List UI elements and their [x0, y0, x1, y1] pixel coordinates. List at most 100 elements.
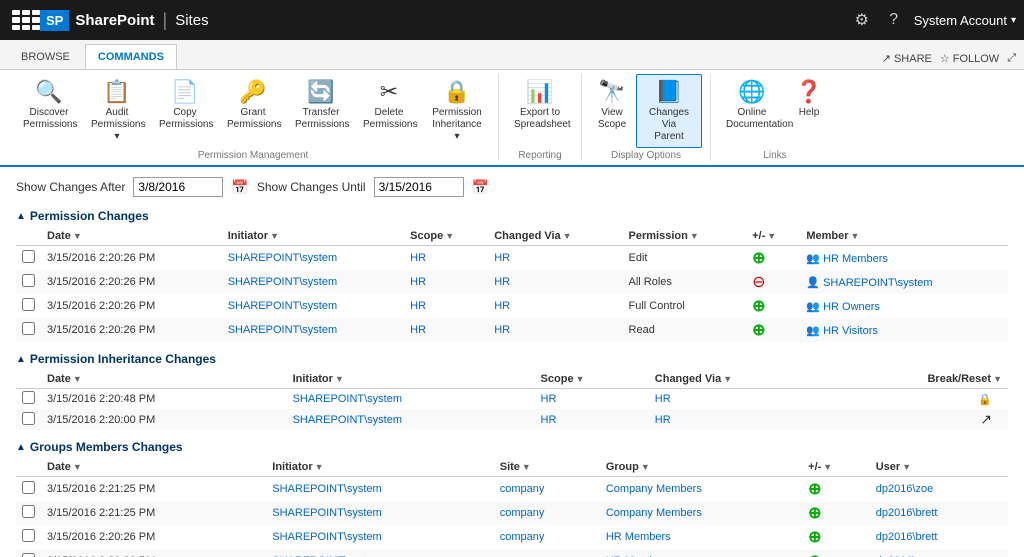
initiator-link[interactable]: SHAREPOINT\system [228, 252, 337, 264]
filter-changedvia-pi[interactable]: ▼ [723, 374, 732, 384]
initiator-cell[interactable]: SHAREPOINT\system [222, 318, 404, 342]
filter-date-pi[interactable]: ▼ [73, 374, 82, 384]
member-cell[interactable]: 👥 HR Members [800, 246, 1008, 271]
filter-scope-pi[interactable]: ▼ [576, 374, 585, 384]
member-link[interactable]: HR Visitors [823, 325, 878, 337]
user-cell[interactable]: dp2016\brett [870, 501, 1008, 525]
filter-site-gm[interactable]: ▼ [522, 462, 531, 472]
audit-permissions-button[interactable]: 📋 AuditPermissions ▾ [84, 74, 150, 148]
group-cell[interactable]: Company Members [600, 477, 802, 502]
grant-permissions-button[interactable]: 🔑 GrantPermissions [220, 74, 286, 136]
user-cell[interactable]: dp2016\zoe [870, 549, 1008, 557]
changedvia-cell[interactable]: HR [488, 294, 622, 318]
system-account-button[interactable]: System Account ▾ [914, 13, 1016, 28]
checkbox-cell[interactable] [16, 501, 41, 525]
site-link[interactable]: company [500, 531, 545, 543]
initiator-link[interactable]: SHAREPOINT\system [228, 276, 337, 288]
group-cell[interactable]: HR Members [600, 549, 802, 557]
site-link[interactable]: company [500, 507, 545, 519]
app-launcher-icon[interactable] [8, 6, 36, 34]
user-cell[interactable]: dp2016\zoe [870, 477, 1008, 502]
changedvia-cell[interactable]: HR [488, 270, 622, 294]
changes-via-parent-button[interactable]: 📘 Changes ViaParent [636, 74, 702, 148]
filter-changedvia-pc[interactable]: ▼ [563, 231, 572, 241]
user-link[interactable]: dp2016\zoe [876, 483, 934, 495]
member-link[interactable]: SHAREPOINT\system [823, 277, 932, 289]
filter-initiator-pi[interactable]: ▼ [335, 374, 344, 384]
checkbox-cell[interactable] [16, 389, 41, 410]
initiator-link[interactable]: SHAREPOINT\system [228, 324, 337, 336]
scope-link[interactable]: HR [410, 300, 426, 312]
changedvia-cell[interactable]: HR [649, 389, 832, 410]
member-cell[interactable]: 👥 HR Visitors [800, 318, 1008, 342]
transfer-permissions-button[interactable]: 🔄 TransferPermissions [288, 74, 354, 136]
site-cell[interactable]: company [494, 549, 600, 557]
scope-cell[interactable]: HR [404, 318, 488, 342]
changedvia-cell[interactable]: HR [488, 318, 622, 342]
online-documentation-button[interactable]: 🌐 OnlineDocumentation [719, 74, 785, 136]
focus-action[interactable]: ⤢ [1007, 52, 1016, 65]
help-icon[interactable]: ? [878, 4, 910, 36]
scope-link[interactable]: HR [410, 324, 426, 336]
share-action[interactable]: ↗ SHARE [882, 52, 932, 65]
filter-initiator-gm[interactable]: ▼ [315, 462, 324, 472]
scope-link[interactable]: HR [541, 393, 557, 405]
tab-browse[interactable]: BROWSE [8, 44, 83, 69]
discover-permissions-button[interactable]: 🔍 DiscoverPermissions [16, 74, 82, 136]
site-link[interactable]: company [500, 483, 545, 495]
initiator-link[interactable]: SHAREPOINT\system [272, 531, 381, 543]
delete-permissions-button[interactable]: ✂ DeletePermissions [356, 74, 422, 136]
section-header-permission-inheritance[interactable]: ▲ Permission Inheritance Changes [16, 352, 1008, 366]
group-link[interactable]: HR Members [606, 531, 671, 543]
initiator-link[interactable]: SHAREPOINT\system [272, 483, 381, 495]
user-cell[interactable]: dp2016\brett [870, 525, 1008, 549]
user-link[interactable]: dp2016\brett [876, 531, 938, 543]
checkbox-cell[interactable] [16, 525, 41, 549]
changedvia-cell[interactable]: HR [649, 409, 832, 430]
initiator-link[interactable]: SHAREPOINT\system [272, 507, 381, 519]
site-cell[interactable]: company [494, 477, 600, 502]
changedvia-cell[interactable]: HR [488, 246, 622, 271]
scope-cell[interactable]: HR [404, 270, 488, 294]
filter-plusminus-pc[interactable]: ▼ [767, 231, 776, 241]
help-button[interactable]: ❓ Help [787, 74, 831, 124]
settings-icon[interactable]: ⚙ [846, 4, 878, 36]
group-cell[interactable]: HR Members [600, 525, 802, 549]
initiator-cell[interactable]: SHAREPOINT\system [266, 501, 493, 525]
section-header-groups-members[interactable]: ▲ Groups Members Changes [16, 440, 1008, 454]
initiator-cell[interactable]: SHAREPOINT\system [287, 409, 535, 430]
initiator-cell[interactable]: SHAREPOINT\system [266, 549, 493, 557]
copy-permissions-button[interactable]: 📄 CopyPermissions [152, 74, 218, 136]
initiator-cell[interactable]: SHAREPOINT\system [222, 270, 404, 294]
filter-initiator-pc[interactable]: ▼ [270, 231, 279, 241]
changedvia-link[interactable]: HR [655, 393, 671, 405]
checkbox-cell[interactable] [16, 294, 41, 318]
date-until-input[interactable] [374, 177, 464, 197]
initiator-cell[interactable]: SHAREPOINT\system [266, 477, 493, 502]
export-spreadsheet-button[interactable]: 📊 Export toSpreadsheet [507, 74, 573, 136]
date-after-calendar-icon[interactable]: 📅 [231, 179, 248, 196]
permission-inheritance-button[interactable]: 🔒 PermissionInheritance ▾ [424, 74, 490, 148]
section-header-permission-changes[interactable]: ▲ Permission Changes [16, 209, 1008, 223]
site-cell[interactable]: company [494, 501, 600, 525]
checkbox-cell[interactable] [16, 318, 41, 342]
initiator-cell[interactable]: SHAREPOINT\system [222, 294, 404, 318]
group-link[interactable]: Company Members [606, 483, 702, 495]
member-link[interactable]: HR Owners [823, 301, 880, 313]
checkbox-cell[interactable] [16, 270, 41, 294]
checkbox-cell[interactable] [16, 549, 41, 557]
tab-commands[interactable]: COMMANDS [85, 44, 177, 69]
user-link[interactable]: dp2016\brett [876, 507, 938, 519]
site-cell[interactable]: company [494, 525, 600, 549]
changedvia-link[interactable]: HR [494, 276, 510, 288]
initiator-link[interactable]: SHAREPOINT\system [293, 414, 402, 426]
scope-cell[interactable]: HR [535, 389, 649, 410]
member-link[interactable]: HR Members [823, 253, 888, 265]
filter-permission-pc[interactable]: ▼ [690, 231, 699, 241]
checkbox-cell[interactable] [16, 477, 41, 502]
scope-cell[interactable]: HR [404, 294, 488, 318]
changedvia-link[interactable]: HR [494, 324, 510, 336]
scope-cell[interactable]: HR [404, 246, 488, 271]
initiator-cell[interactable]: SHAREPOINT\system [266, 525, 493, 549]
initiator-cell[interactable]: SHAREPOINT\system [222, 246, 404, 271]
